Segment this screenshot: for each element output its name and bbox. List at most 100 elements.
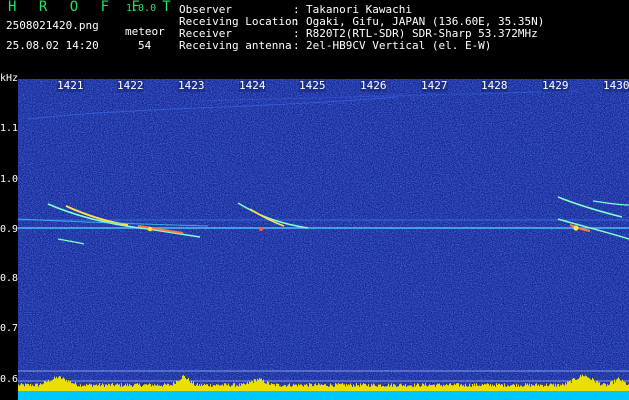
- signal-bar: [95, 384, 96, 391]
- signal-bar: [419, 386, 420, 391]
- signal-bar: [369, 386, 370, 391]
- signal-bar: [538, 384, 539, 391]
- signal-bar: [426, 385, 427, 391]
- signal-bar: [228, 383, 229, 391]
- signal-bar: [146, 384, 147, 391]
- signal-bar: [136, 383, 137, 391]
- signal-bar: [324, 384, 325, 391]
- signal-bar: [477, 385, 478, 391]
- signal-bar: [51, 380, 52, 391]
- signal-bar: [553, 383, 554, 391]
- signal-bar: [532, 385, 533, 391]
- signal-bar: [226, 384, 227, 391]
- signal-bar: [412, 386, 413, 391]
- signal-bar: [523, 386, 524, 391]
- signal-bar: [344, 384, 345, 391]
- signal-bar: [574, 378, 575, 391]
- signal-bar: [600, 385, 601, 391]
- signal-bar: [20, 384, 21, 391]
- signal-bar: [325, 384, 326, 391]
- signal-bar: [315, 383, 316, 391]
- signal-bar: [558, 383, 559, 391]
- signal-bar: [254, 379, 255, 391]
- signal-bar: [380, 384, 381, 391]
- signal-bar: [227, 385, 228, 391]
- signal-bar: [526, 384, 527, 391]
- signal-bar: [550, 383, 551, 391]
- signal-bar: [588, 377, 589, 391]
- signal-bar: [267, 381, 268, 391]
- signal-bar: [46, 382, 47, 391]
- signal-bar: [305, 384, 306, 391]
- signal-bar: [542, 384, 543, 391]
- signal-bar: [287, 385, 288, 391]
- signal-bar: [321, 384, 322, 391]
- signal-bar: [58, 377, 59, 391]
- signal-bar: [483, 385, 484, 391]
- signal-bar: [249, 381, 250, 391]
- signal-bar: [276, 383, 277, 391]
- signal-bar: [554, 386, 555, 391]
- signal-bar: [404, 386, 405, 391]
- signal-bar: [441, 385, 442, 391]
- meteor-label: meteor: [125, 25, 165, 38]
- signal-bar: [299, 385, 300, 391]
- signal-bar: [601, 384, 602, 391]
- signal-bar: [524, 385, 525, 391]
- signal-bar: [448, 385, 449, 391]
- signal-bar: [241, 383, 242, 391]
- signal-bar: [77, 386, 78, 391]
- signal-bar: [566, 384, 567, 391]
- signal-bar: [205, 384, 206, 391]
- signal-bar: [200, 385, 201, 391]
- signal-bar: [177, 380, 178, 391]
- signal-bar: [79, 386, 80, 391]
- signal-bar: [178, 381, 179, 391]
- signal-bar: [382, 385, 383, 391]
- signal-bar: [294, 385, 295, 391]
- signal-bar: [552, 384, 553, 391]
- signal-bar: [407, 385, 408, 391]
- signal-bar: [34, 386, 35, 391]
- signal-bar: [515, 386, 516, 391]
- signal-bar: [167, 383, 168, 391]
- signal-bar: [223, 385, 224, 391]
- signal-bar: [78, 385, 79, 391]
- signal-bar: [624, 381, 625, 391]
- signal-bar: [529, 383, 530, 391]
- signal-bar: [237, 385, 238, 391]
- signal-bar: [269, 384, 270, 391]
- signal-bar: [265, 383, 266, 391]
- signal-bar: [389, 386, 390, 391]
- signal-bar: [357, 385, 358, 391]
- signal-bar: [145, 384, 146, 391]
- signal-bar: [29, 385, 30, 391]
- signal-bar: [116, 384, 117, 391]
- signal-bar: [541, 385, 542, 391]
- y-tick-1-1: 1.1: [0, 123, 19, 134]
- signal-bar: [482, 384, 483, 391]
- signal-bar: [113, 385, 114, 391]
- signal-bar: [513, 383, 514, 391]
- signal-bar: [107, 385, 108, 391]
- signal-bar: [494, 385, 495, 391]
- signal-bar: [446, 383, 447, 391]
- x-tick-1429: 1429: [542, 79, 569, 92]
- signal-bar: [99, 383, 100, 391]
- signal-bar: [112, 383, 113, 391]
- signal-bar: [438, 383, 439, 391]
- signal-bar: [328, 386, 329, 391]
- signal-bar: [401, 384, 402, 391]
- signal-bar: [248, 384, 249, 391]
- signal-bar: [90, 384, 91, 391]
- signal-bar: [19, 385, 20, 391]
- signal-bar: [330, 383, 331, 391]
- signal-bar: [172, 385, 173, 391]
- signal-bar: [106, 384, 107, 391]
- signal-bar: [144, 384, 145, 391]
- signal-bar: [421, 386, 422, 391]
- x-axis: 1421 1422 1423 1424 1425 1426 1427 1428 …: [18, 79, 629, 93]
- signal-bar: [452, 385, 453, 391]
- signal-bar: [460, 384, 461, 391]
- signal-bar: [337, 384, 338, 391]
